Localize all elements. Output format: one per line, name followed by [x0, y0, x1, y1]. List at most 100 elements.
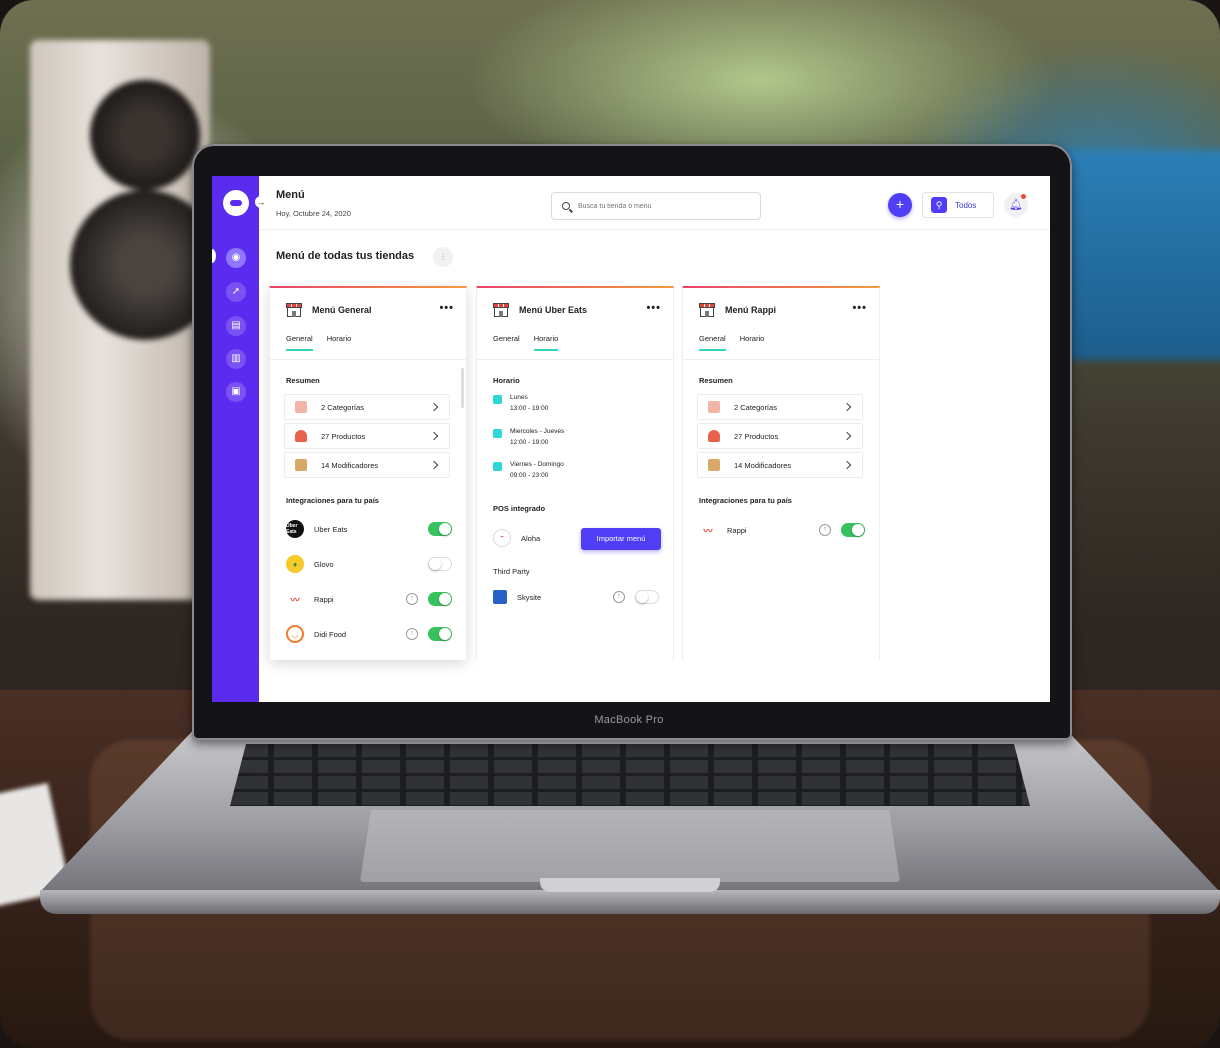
didi-food-logo: ◡	[286, 625, 304, 643]
store-icon	[493, 303, 509, 317]
trackpad	[360, 810, 900, 882]
rocket-icon[interactable]: ➚	[226, 282, 246, 302]
aloha-logo: ~	[493, 529, 511, 547]
laptop-notch	[540, 878, 720, 892]
chevron-right-icon	[429, 402, 439, 412]
pos-title: POS integrado	[493, 504, 546, 513]
tab-general[interactable]: General	[699, 334, 726, 351]
tab-general[interactable]: General	[493, 334, 520, 351]
schedule-item: Lunes 13:00 - 19:00	[493, 394, 548, 412]
uber-eats-logo: Uber Eats	[286, 520, 304, 538]
card-title: Menú Rappi	[725, 305, 776, 315]
third-party-title: Third Party	[493, 567, 530, 576]
menu-card-uber-eats: Menú Uber Eats ••• General Horario Horar…	[476, 286, 674, 660]
notification-dot	[1021, 194, 1026, 199]
upload-icon[interactable]: ↑	[819, 524, 831, 536]
integration-row: ♦ Glovo	[286, 553, 452, 575]
basket-icon	[708, 430, 720, 442]
background-monitor	[1060, 150, 1220, 360]
chevron-right-icon	[429, 431, 439, 441]
background-photo: MacBook Pro ◉ ➚ ▤ ▥ ▣ → Menú Hoy, Octubr…	[0, 0, 1220, 1048]
integrations-title: Integraciones para tu país	[286, 496, 379, 505]
chevron-right-icon	[842, 402, 852, 412]
tab-horario[interactable]: Horario	[327, 334, 352, 351]
summary-row-modifiers[interactable]: 14 Modificadores	[697, 452, 863, 478]
section-title: Menú de todas tus tiendas	[276, 250, 415, 262]
menu-book-icon[interactable]: ▤	[226, 316, 246, 336]
page-date: Hoy, Octubre 24, 2020	[276, 209, 351, 218]
store-icon	[708, 401, 720, 413]
summary-title: Resumen	[699, 376, 733, 385]
chevron-right-icon	[842, 431, 852, 441]
import-menu-button[interactable]: Importar menú	[581, 528, 661, 550]
card-title: Menú General	[312, 305, 372, 315]
store-filter-button[interactable]: ⚲ Todos	[922, 192, 994, 218]
glovo-logo: ♦	[286, 555, 304, 573]
card-title: Menú Uber Eats	[519, 305, 588, 315]
summary-row-modifiers[interactable]: 14 Modificadores	[284, 452, 450, 478]
more-options-icon[interactable]: •••	[646, 302, 661, 314]
more-options-icon[interactable]: •••	[439, 302, 454, 314]
upload-icon[interactable]: ↑	[406, 593, 418, 605]
page-title: Menú	[276, 189, 305, 201]
tab-general[interactable]: General	[286, 334, 313, 351]
active-indicator	[212, 249, 216, 263]
card-tabs: General Horario	[286, 334, 351, 351]
filter-settings-icon[interactable]: ⫶	[433, 247, 453, 267]
skysite-logo	[493, 590, 507, 604]
summary-row-products[interactable]: 27 Productos	[697, 423, 863, 449]
report-icon[interactable]: ▣	[226, 382, 246, 402]
sidebar: ◉ ➚ ▤ ▥ ▣	[212, 176, 259, 702]
store-icon	[699, 303, 715, 317]
location-pin-icon: ⚲	[931, 197, 947, 213]
integrations-title: Integraciones para tu país	[699, 496, 792, 505]
keyboard	[230, 744, 1030, 806]
home-icon[interactable]: ◉	[226, 248, 246, 268]
integration-toggle[interactable]	[428, 627, 452, 641]
basket-icon	[295, 430, 307, 442]
integration-toggle[interactable]	[428, 592, 452, 606]
chart-icon[interactable]: ▥	[226, 349, 246, 369]
tab-horario[interactable]: Horario	[740, 334, 765, 351]
summary-row-categories[interactable]: 2 Categorías	[284, 394, 450, 420]
more-options-icon[interactable]: •••	[852, 302, 867, 314]
search-input[interactable]	[578, 202, 738, 210]
store-filter-label: Todos	[955, 200, 977, 210]
summary-row-products[interactable]: 27 Productos	[284, 423, 450, 449]
speaker	[30, 40, 220, 600]
menu-card-general: Menú General ••• General Horario Resumen…	[269, 286, 467, 660]
rappi-logo: 〰	[286, 590, 304, 608]
summary-row-categories[interactable]: 2 Categorías	[697, 394, 863, 420]
third-party-row: Skysite ↑	[493, 586, 659, 608]
schedule-title: Horario	[493, 376, 520, 385]
chevron-right-icon	[842, 460, 852, 470]
integration-toggle[interactable]	[428, 522, 452, 536]
integration-toggle[interactable]	[428, 557, 452, 571]
scrollbar[interactable]	[461, 368, 464, 408]
laptop-front-edge	[40, 890, 1220, 914]
summary-title: Resumen	[286, 376, 320, 385]
integration-row: ◡ Didi Food ↑	[286, 623, 452, 645]
add-button[interactable]: +	[888, 193, 912, 217]
integration-toggle[interactable]	[841, 523, 865, 537]
clipboard-icon	[295, 459, 307, 471]
card-tabs: General Horario	[493, 334, 558, 351]
schedule-item: Viernes - Domingo 09:00 - 23:00	[493, 461, 564, 479]
search-box[interactable]	[551, 192, 761, 220]
upload-icon[interactable]: ↑	[406, 628, 418, 640]
tab-horario[interactable]: Horario	[533, 334, 558, 351]
app-screen: ◉ ➚ ▤ ▥ ▣ → Menú Hoy, Octubre 24, 2020 +…	[212, 176, 1050, 702]
menu-card-rappi: Menú Rappi ••• General Horario Resumen 2…	[682, 286, 880, 660]
store-icon	[286, 303, 302, 317]
clipboard-icon	[708, 459, 720, 471]
third-party-toggle[interactable]	[635, 590, 659, 604]
integration-row: Uber Eats Uber Eats	[286, 518, 452, 540]
schedule-item: Miercoles - Jueves 12:00 - 19:00	[493, 428, 564, 446]
top-bar: Menú Hoy, Octubre 24, 2020 + ⚲ Todos 🔔︎	[259, 176, 1050, 230]
upload-icon[interactable]: ↑	[613, 591, 625, 603]
card-tabs: General Horario	[699, 334, 764, 351]
app-logo[interactable]	[223, 190, 249, 216]
chevron-right-icon	[429, 460, 439, 470]
integration-row: 〰 Rappi ↑	[286, 588, 452, 610]
device-label: MacBook Pro	[594, 714, 664, 726]
